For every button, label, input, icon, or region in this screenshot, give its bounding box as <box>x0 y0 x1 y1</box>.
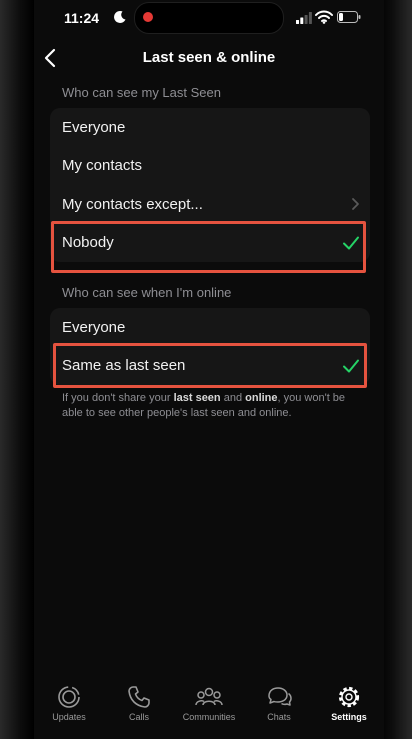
footnote-bold-online: online <box>245 392 278 404</box>
footnote-text: If you don't share your <box>62 392 174 404</box>
screen: 11:24 Last seen & online Who can see my … <box>0 0 412 739</box>
cellular-signal-icon <box>296 12 312 24</box>
checkmark-icon <box>343 236 359 249</box>
option-label: My contacts except... <box>62 195 203 213</box>
tab-communities[interactable]: Communities <box>176 680 242 739</box>
last-seen-option-nobody[interactable]: Nobody <box>50 224 370 263</box>
phone-screen: 11:24 Last seen & online Who can see my … <box>34 0 384 739</box>
tab-label: Updates <box>52 712 86 722</box>
online-option-everyone[interactable]: Everyone <box>50 308 370 347</box>
option-label: Everyone <box>62 118 126 136</box>
tab-settings[interactable]: Settings <box>316 680 382 739</box>
focus-moon-icon <box>114 10 126 23</box>
option-label: Everyone <box>62 318 126 336</box>
tab-chats[interactable]: Chats <box>246 680 312 739</box>
last-seen-option-my-contacts[interactable]: My contacts <box>50 147 370 186</box>
checkmark-icon <box>343 359 359 372</box>
tab-label: Chats <box>267 712 291 722</box>
footnote-text: and <box>220 392 246 404</box>
last-seen-option-everyone[interactable]: Everyone <box>50 108 370 147</box>
online-option-same-as-last-seen[interactable]: Same as last seen <box>50 347 370 386</box>
tab-bar: Updates Calls Communities Chats Settings <box>34 680 384 739</box>
option-label: Same as last seen <box>62 357 186 375</box>
option-label: My contacts <box>62 157 143 175</box>
chats-icon <box>268 687 292 706</box>
phone-icon <box>128 686 150 708</box>
tab-label: Communities <box>182 712 236 722</box>
status-time: 11:24 <box>64 10 100 26</box>
online-section-header: Who can see when I'm online <box>62 285 232 300</box>
last-seen-option-my-contacts-except[interactable]: My contacts except... <box>50 185 370 224</box>
wifi-icon <box>315 10 333 24</box>
last-seen-options: Everyone My contacts My contacts except.… <box>50 108 370 262</box>
online-footnote: If you don't share your last seen and on… <box>62 391 352 421</box>
dynamic-island <box>134 2 284 34</box>
tab-updates[interactable]: Updates <box>36 680 102 739</box>
online-options: Everyone Same as last seen <box>50 308 370 385</box>
communities-icon <box>195 687 223 706</box>
tab-label: Settings <box>331 712 367 722</box>
tab-label: Calls <box>128 712 149 722</box>
status-bar: 11:24 <box>34 0 384 36</box>
tab-calls[interactable]: Calls <box>106 680 172 739</box>
battery-icon <box>337 11 361 23</box>
updates-icon <box>58 686 80 708</box>
last-seen-section-header: Who can see my Last Seen <box>62 85 221 100</box>
recording-indicator-icon <box>143 12 153 22</box>
page-title: Last seen & online <box>142 49 276 66</box>
settings-gear-icon <box>338 686 360 708</box>
footnote-bold-last-seen: last seen <box>173 392 221 404</box>
chevron-right-icon <box>352 198 359 210</box>
option-label: Nobody <box>62 234 114 252</box>
navigation-bar: Last seen & online <box>34 40 384 76</box>
